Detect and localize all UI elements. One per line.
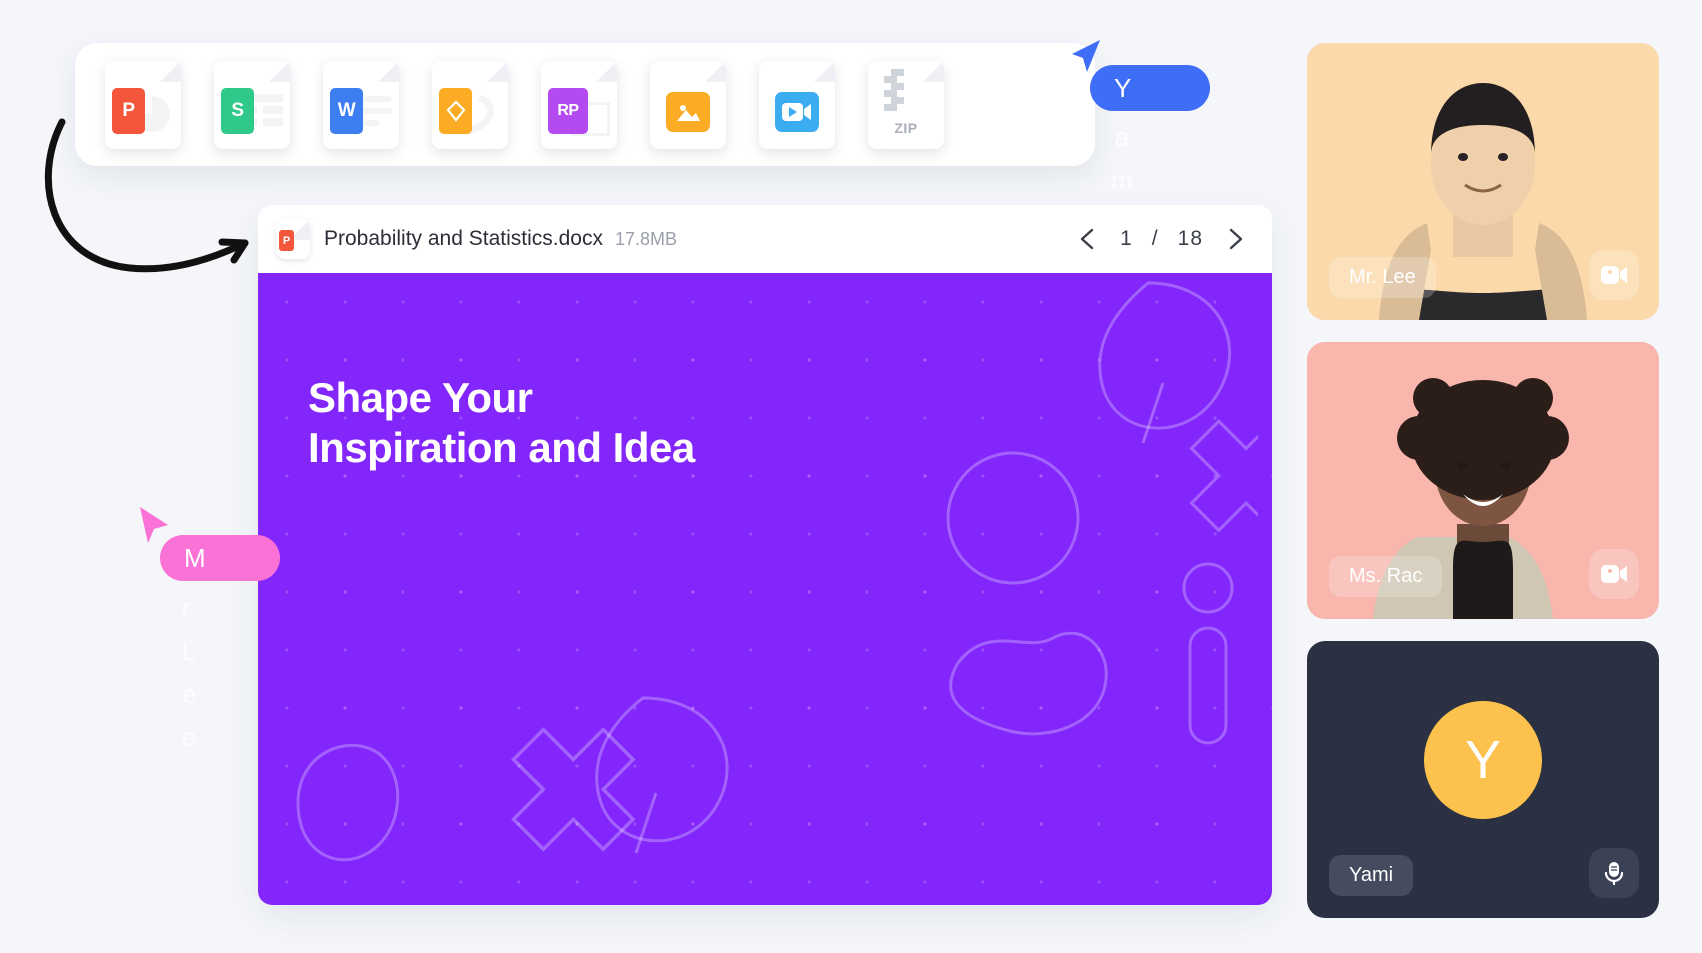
cursor-label-initial: M	[160, 535, 280, 581]
file-badge-label: RP	[548, 87, 588, 134]
video-camera-icon[interactable]	[1589, 250, 1639, 300]
zip-file-icon[interactable]: ZIP	[868, 60, 944, 149]
rp-file-icon[interactable]: RP	[541, 60, 617, 149]
document-file-size: 17.8MB	[614, 228, 678, 249]
slide-canvas[interactable]: Shape Your Inspiration and Idea	[258, 273, 1272, 905]
participant-tile-yami[interactable]: Y Yami	[1307, 641, 1659, 918]
slide-title: Shape Your Inspiration and Idea	[308, 374, 695, 472]
file-badge-pen	[439, 87, 472, 134]
participant-name: Ms. Rac	[1329, 556, 1443, 597]
prev-page-chevron-icon[interactable]	[1075, 226, 1101, 252]
cursor-label-initial: Y	[1090, 65, 1210, 111]
slide-decor-shapes-bottom	[296, 696, 729, 862]
collaboration-workspace: P S W RP ZIP P Probability and Statistic…	[0, 0, 1702, 953]
participant-name: Mr. Lee	[1329, 257, 1436, 298]
pen-icon	[446, 99, 465, 122]
participant-name: Yami	[1329, 855, 1414, 896]
participant-tile-ms-rac[interactable]: Ms. Rac	[1307, 342, 1659, 619]
image-badge	[666, 91, 710, 132]
document-file-name: Probability and Statistics.docx	[324, 227, 603, 250]
participant-list: Mr. Lee Ms. Rac Y Yami	[1307, 43, 1659, 940]
avatar: Y	[1424, 701, 1542, 820]
avatar-initial: Y	[1464, 730, 1502, 791]
microphone-icon[interactable]	[1589, 848, 1639, 898]
guide-arrow-icon	[44, 118, 249, 273]
camera-glyph	[1600, 565, 1627, 583]
page-separator: /	[1151, 227, 1159, 250]
document-file-icon: P	[276, 219, 310, 259]
video-camera-icon[interactable]	[1589, 549, 1639, 599]
participant-tile-mr-lee[interactable]: Mr. Lee	[1307, 43, 1659, 320]
photo-icon	[677, 104, 700, 121]
play-video-icon	[782, 102, 811, 121]
word-file-icon[interactable]: W	[323, 60, 399, 149]
slide-decor-shapes-right	[946, 281, 1258, 745]
total-page-count: 18	[1177, 227, 1203, 250]
zip-label: ZIP	[894, 119, 918, 136]
video-badge	[775, 91, 819, 132]
mic-glyph	[1604, 862, 1624, 885]
sketch-file-icon[interactable]	[432, 60, 508, 149]
page-navigation: 1 / 18	[1075, 226, 1248, 252]
cursor-label-trail: r. L e e	[181, 593, 197, 752]
document-viewer: P Probability and Statistics.docx 17.8MB…	[258, 205, 1272, 905]
image-file-icon[interactable]	[650, 60, 726, 149]
cursor-label-trail: a m i	[1111, 122, 1133, 238]
video-file-icon[interactable]	[759, 60, 835, 149]
cursor-pointer-icon	[140, 507, 168, 543]
next-page-chevron-icon[interactable]	[1222, 226, 1248, 252]
file-badge-label: W	[330, 87, 363, 134]
camera-glyph	[1600, 266, 1627, 284]
zip-teeth	[884, 68, 904, 121]
